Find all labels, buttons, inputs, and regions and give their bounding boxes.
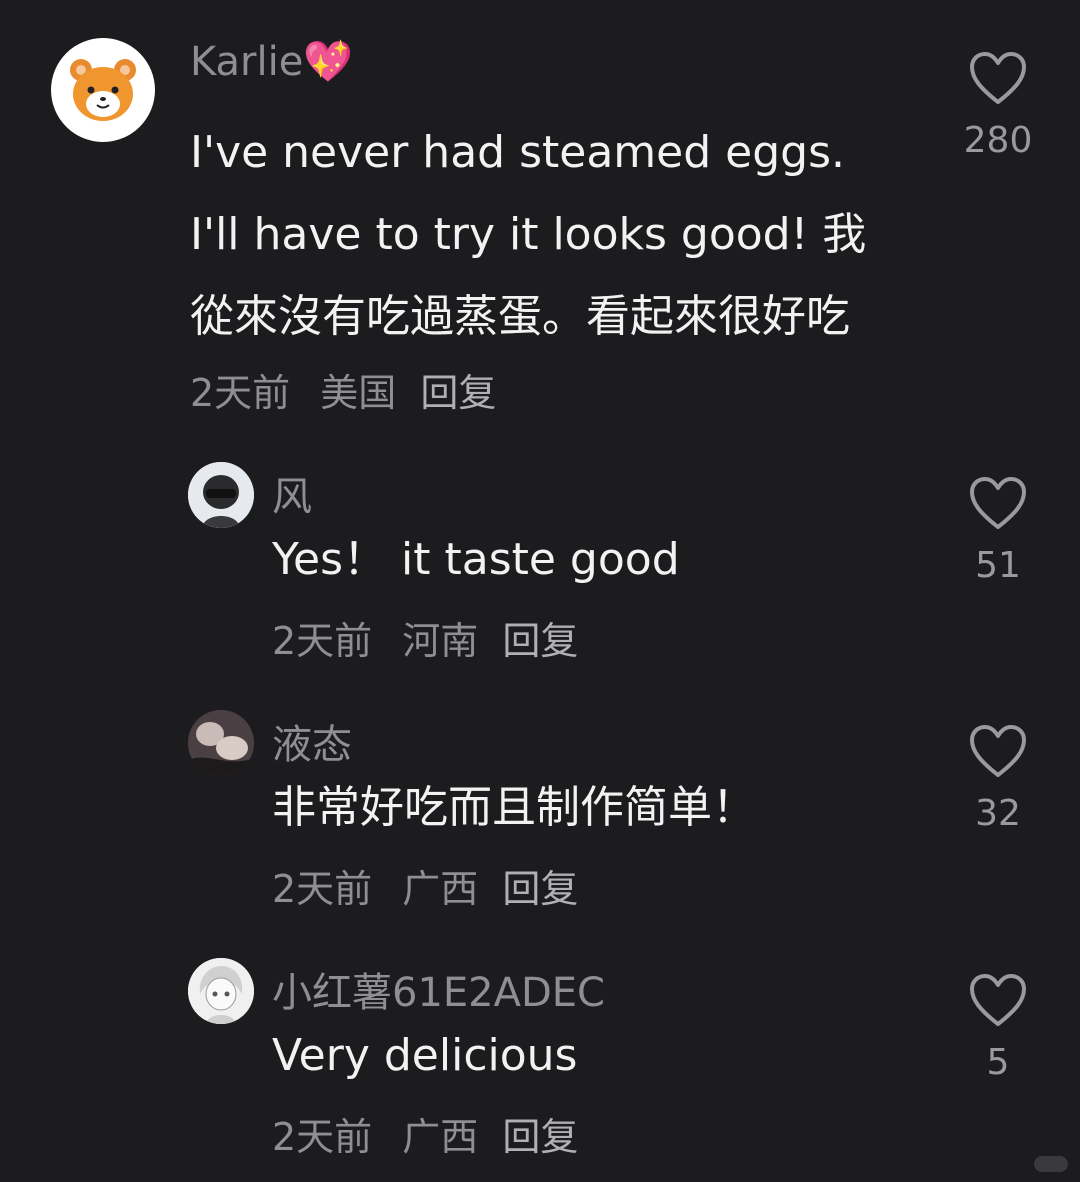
- like-count: 51: [975, 545, 1021, 586]
- comment-meta: 2天前 广西 回复: [272, 858, 578, 913]
- avatar[interactable]: [188, 462, 254, 528]
- reply-button[interactable]: 回复: [502, 610, 578, 665]
- like-button[interactable]: 280: [948, 50, 1048, 161]
- like-button[interactable]: 32: [948, 723, 1048, 834]
- heart-icon: [970, 974, 1026, 1026]
- heart-icon: [970, 52, 1026, 104]
- heart-icon: [970, 477, 1026, 529]
- like-button[interactable]: 5: [948, 972, 1048, 1083]
- like-count: 5: [986, 1042, 1010, 1083]
- username[interactable]: Karlie💖: [190, 38, 353, 85]
- reply-button[interactable]: 回复: [502, 858, 578, 913]
- comment-location: 广西: [402, 867, 479, 911]
- comment-location: 美国: [320, 371, 397, 415]
- hamster-avatar-icon: [70, 59, 136, 121]
- comment-text: 非常好吃而且制作简单！: [272, 782, 756, 833]
- comment-meta: 2天前 广西 回复: [272, 1106, 578, 1161]
- comment-location: 河南: [402, 619, 479, 663]
- avatar[interactable]: [188, 958, 254, 1024]
- comment-time: 2天前: [272, 619, 373, 663]
- like-count: 32: [975, 793, 1021, 834]
- username[interactable]: 液态: [272, 712, 352, 770]
- username-text: Karlie: [190, 39, 304, 85]
- photo-avatar-icon: [188, 710, 254, 776]
- username[interactable]: 小红薯61E2ADEC: [272, 960, 605, 1018]
- avatar[interactable]: [188, 710, 254, 776]
- comment-location: 广西: [402, 1115, 479, 1159]
- like-count: 280: [963, 120, 1033, 161]
- anime-avatar-icon: [188, 958, 254, 1024]
- helmet-person-avatar-icon: [188, 462, 254, 528]
- reply-button[interactable]: 回复: [502, 1106, 578, 1161]
- comment-time: 2天前: [272, 1115, 373, 1159]
- sparkle-heart-emoji: 💖: [303, 39, 354, 85]
- comment-time: 2天前: [272, 867, 373, 911]
- heart-icon: [970, 725, 1026, 777]
- comment-meta: 2天前 美国 回复: [190, 362, 496, 417]
- comment-time: 2天前: [190, 371, 291, 415]
- reply-button[interactable]: 回复: [420, 362, 496, 417]
- like-button[interactable]: 51: [948, 475, 1048, 586]
- comment-meta: 2天前 河南 回复: [272, 610, 578, 665]
- comment-text: I've never had steamed eggs. I'll have t…: [190, 127, 867, 342]
- watermark-logo: [1034, 1156, 1068, 1172]
- comment-text: Yes！ it taste good: [272, 534, 680, 585]
- username[interactable]: 风: [272, 464, 312, 522]
- comment-text: Very delicious: [272, 1030, 578, 1081]
- avatar[interactable]: [51, 38, 155, 142]
